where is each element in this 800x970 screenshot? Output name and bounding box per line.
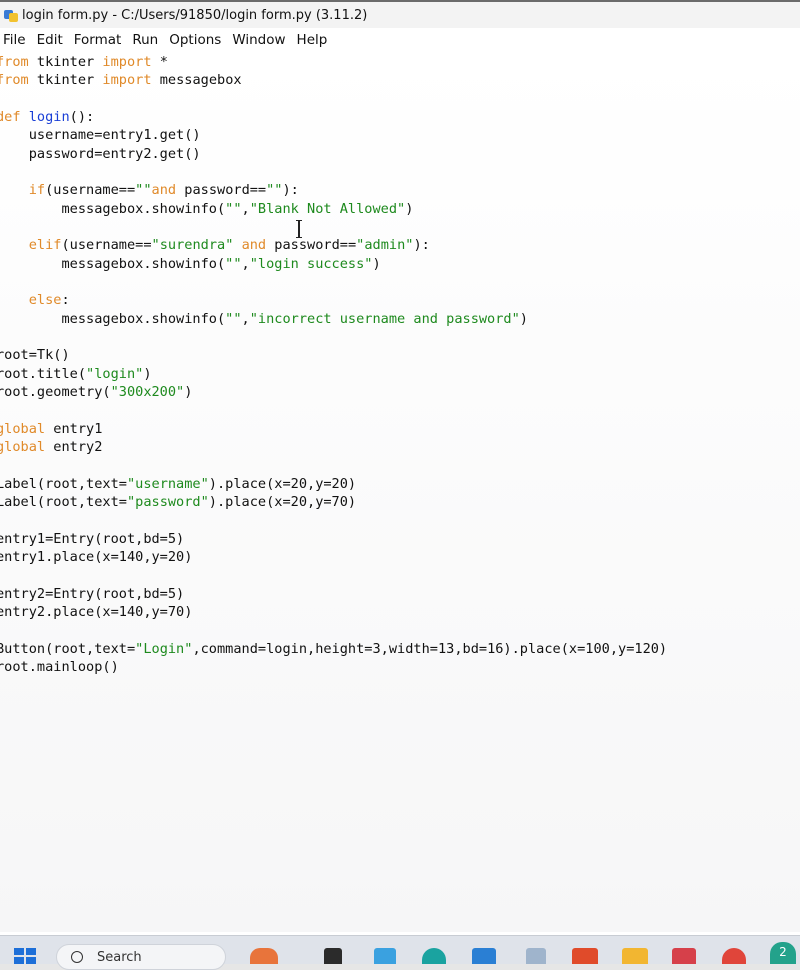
menu-bar: File Edit Format Run Options Window Help [0, 28, 800, 53]
menu-window[interactable]: Window [229, 32, 293, 48]
folder-icon[interactable] [622, 948, 648, 964]
window-title: login form.py - C:/Users/91850/login for… [22, 7, 368, 23]
code-line[interactable]: Label(root,text="password").place(x=20,y… [0, 493, 356, 511]
code-line[interactable]: from tkinter import messagebox [0, 71, 242, 89]
code-line[interactable]: entry1.place(x=140,y=20) [0, 548, 192, 566]
code-line[interactable]: Label(root,text="username").place(x=20,y… [0, 475, 356, 493]
search-icon [71, 951, 83, 963]
code-line[interactable]: global entry2 [0, 438, 102, 456]
windows-start-icon[interactable] [14, 948, 36, 964]
search-placeholder: Search [97, 949, 142, 965]
code-line[interactable]: Button(root,text="Login",command=login,h… [0, 640, 667, 658]
chrome-icon[interactable] [722, 948, 746, 964]
office-icon[interactable] [672, 948, 696, 964]
code-line[interactable]: root.mainloop() [0, 658, 119, 676]
store-icon[interactable] [572, 948, 598, 964]
title-bar[interactable]: login form.py - C:/Users/91850/login for… [0, 2, 800, 28]
code-line[interactable]: entry1=Entry(root,bd=5) [0, 530, 184, 548]
widget-icon[interactable] [250, 948, 278, 964]
notification-badge[interactable]: 2 [770, 942, 796, 964]
app-icon[interactable] [374, 948, 396, 964]
task-view-icon[interactable] [324, 948, 342, 964]
vscode-icon[interactable] [472, 948, 496, 964]
menu-options[interactable]: Options [166, 32, 229, 48]
code-line[interactable]: elif(username=="surendra" and password==… [0, 236, 430, 254]
code-line[interactable]: root.title("login") [0, 365, 152, 383]
python-file-icon[interactable] [526, 948, 546, 964]
code-line[interactable]: from tkinter import * [0, 53, 168, 71]
menu-run[interactable]: Run [129, 32, 166, 48]
code-line[interactable]: if(username==""and password==""): [0, 181, 299, 199]
code-line[interactable]: def login(): [0, 108, 94, 126]
menu-edit[interactable]: Edit [34, 32, 71, 48]
menu-help[interactable]: Help [294, 32, 336, 48]
menu-file[interactable]: File [0, 32, 34, 48]
code-line[interactable]: password=entry2.get() [0, 145, 201, 163]
code-line[interactable]: root=Tk() [0, 346, 70, 364]
code-line[interactable]: username=entry1.get() [0, 126, 201, 144]
idle-editor-window: login form.py - C:/Users/91850/login for… [0, 0, 800, 935]
code-editor[interactable]: from tkinter import * from tkinter import… [0, 52, 800, 932]
code-line[interactable]: global entry1 [0, 420, 102, 438]
menu-format[interactable]: Format [71, 32, 130, 48]
code-line[interactable]: messagebox.showinfo("","incorrect userna… [0, 310, 528, 328]
code-line[interactable]: messagebox.showinfo("","Blank Not Allowe… [0, 200, 413, 218]
edge-icon[interactable] [422, 948, 446, 964]
text-cursor-icon [296, 220, 302, 238]
code-line[interactable]: entry2.place(x=140,y=70) [0, 603, 192, 621]
badge-count: 2 [779, 945, 787, 959]
code-line[interactable]: root.geometry("300x200") [0, 383, 192, 401]
code-line[interactable]: entry2=Entry(root,bd=5) [0, 585, 184, 603]
taskbar-search[interactable]: Search [56, 944, 226, 970]
taskbar: Search 2 [0, 935, 800, 970]
code-line[interactable]: messagebox.showinfo("","login success") [0, 255, 380, 273]
python-icon [4, 8, 18, 22]
code-line[interactable]: else: [0, 291, 70, 309]
